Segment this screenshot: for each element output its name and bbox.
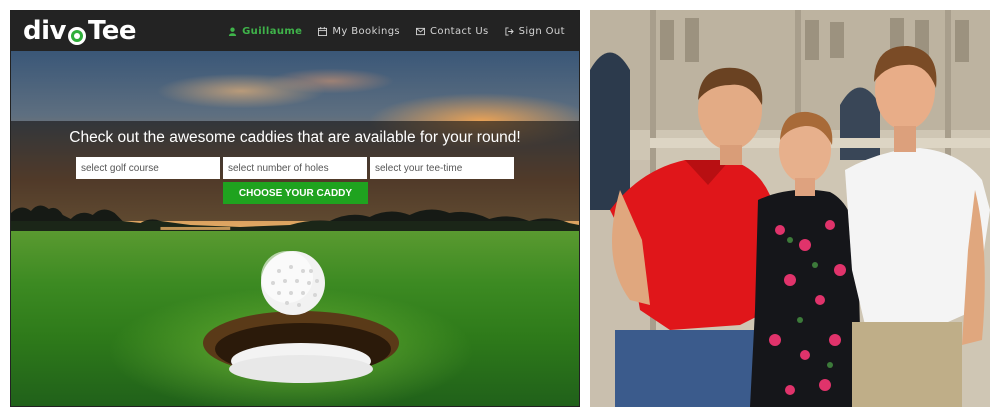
golf-hole-illustration	[203, 251, 399, 383]
website-screenshot: div Tee Guillaume My Bookings Contact Us…	[10, 10, 580, 407]
nav-item-contact-us[interactable]: Contact Us	[416, 26, 489, 37]
choose-caddy-button[interactable]: CHOOSE YOUR CADDY	[223, 182, 368, 204]
nav-item-my-bookings-label: My Bookings	[332, 25, 401, 37]
user-icon	[228, 27, 237, 36]
nav-links: Guillaume My Bookings Contact Us Sign Ou…	[228, 11, 565, 51]
three-people-photo	[590, 10, 990, 407]
logo-text-after: Tee	[87, 16, 137, 46]
logo-text-before: div	[23, 16, 66, 46]
golf-green	[11, 231, 579, 406]
nav-item-my-bookings[interactable]: My Bookings	[318, 26, 400, 37]
calendar-icon	[318, 26, 328, 36]
team-photo	[590, 10, 990, 407]
tee-time-select[interactable]	[370, 157, 514, 179]
hero-headline: Check out the awesome caddies that are a…	[69, 129, 521, 146]
nav-item-user-label: Guillaume	[242, 25, 303, 37]
nav-item-user[interactable]: Guillaume	[228, 26, 302, 37]
navbar: div Tee Guillaume My Bookings Contact Us…	[11, 11, 579, 51]
envelope-icon	[416, 27, 426, 36]
nav-item-sign-out-label: Sign Out	[518, 25, 565, 37]
golf-ball-logo-icon	[67, 23, 87, 45]
hero-section: Check out the awesome caddies that are a…	[11, 51, 579, 406]
holes-select[interactable]	[223, 157, 367, 179]
golf-course-select[interactable]	[76, 157, 220, 179]
nav-item-contact-us-label: Contact Us	[430, 25, 489, 37]
logo[interactable]: div Tee	[23, 16, 137, 46]
sign-out-icon	[505, 26, 514, 36]
search-form	[76, 157, 514, 179]
nav-item-sign-out[interactable]: Sign Out	[505, 26, 565, 37]
